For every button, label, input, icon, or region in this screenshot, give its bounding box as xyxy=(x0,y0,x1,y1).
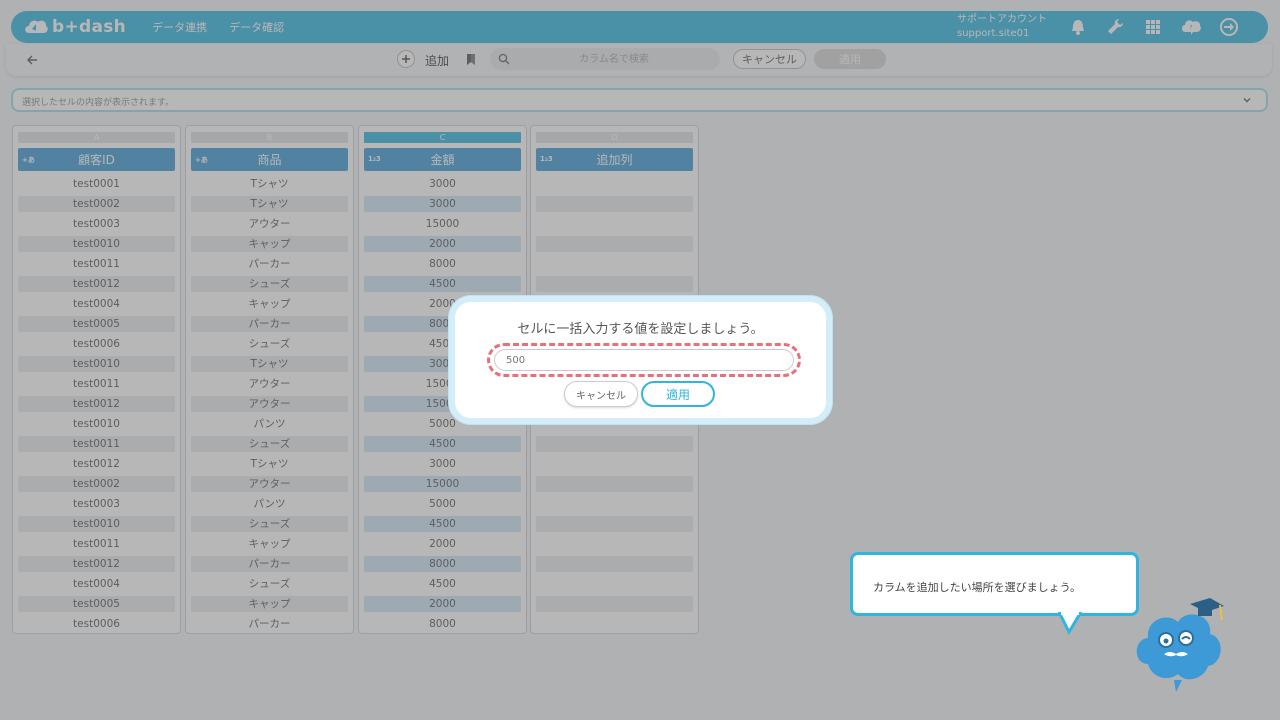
tutorial-tooltip: カラムを追加したい場所を選びましょう。 xyxy=(850,552,1139,616)
dialog-title: セルに一括入力する値を設定しましょう。 xyxy=(517,322,764,337)
dialog-cancel-button[interactable]: キャンセル xyxy=(564,381,638,407)
bulk-value-input[interactable] xyxy=(494,349,794,371)
tooltip-tail xyxy=(1057,612,1083,636)
bulk-input-dialog: セルに一括入力する値を設定しましょう。 キャンセル 適用 xyxy=(449,296,832,424)
dialog-input-highlight xyxy=(487,343,801,377)
tutorial-tooltip-text: カラムを追加したい場所を選びましょう。 xyxy=(873,581,1082,594)
dialog-apply-button[interactable]: 適用 xyxy=(641,381,715,407)
mascot-cloud-icon xyxy=(1136,598,1224,692)
